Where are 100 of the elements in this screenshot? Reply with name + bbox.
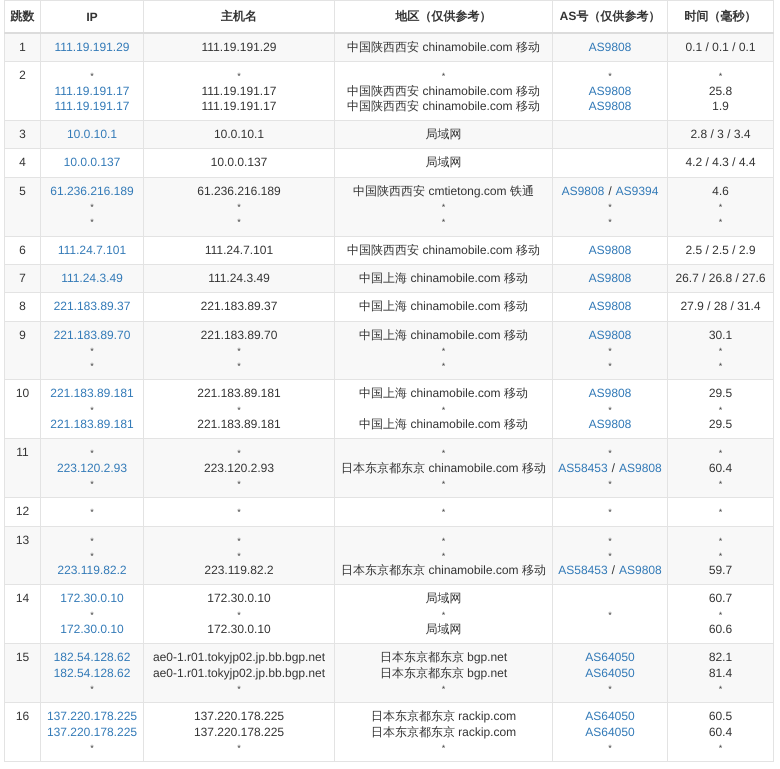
ip-link[interactable]: 182.54.128.62 [54,650,130,664]
timeout-label: * [90,742,94,753]
timeout-label: * [90,550,94,561]
timeout-label: * [237,404,241,415]
timeout-label: * [90,448,94,458]
latency-value: 26.7 / 26.8 / 27.6 [675,270,766,285]
ip-link[interactable]: 223.120.2.93 [56,460,128,475]
host-name: 172.30.0.10 [207,591,271,606]
latency-value: 2.8 / 3 / 3.4 [690,127,751,142]
timeout-label: * [442,361,446,372]
hop-number: 5 [19,184,26,198]
as-link[interactable]: AS9808 [562,184,604,198]
latency-value: 4.2 / 4.3 / 4.4 [685,155,756,170]
as-link[interactable]: AS58453 [558,460,608,475]
host-name: 223.120.2.93 [204,460,274,475]
region-text: 日本东京都东京 bgp.net [380,666,508,680]
timeout-label: * [442,536,446,546]
timeout-label: * [608,478,612,489]
ip-link[interactable]: 182.54.128.62 [54,666,130,680]
as-link[interactable]: AS9808 [588,386,632,400]
timeout-label: * [718,346,722,356]
latency-value: 0.1 / 0.1 / 0.1 [685,40,756,54]
as-link[interactable]: AS9808 [619,563,662,578]
timeout-label: * [237,71,241,82]
as-link[interactable]: AS9808 [588,417,632,432]
timeout-label: * [608,404,612,415]
hop-number: 4 [19,155,26,170]
latency-value: 2.5 / 2.5 / 2.9 [685,242,756,257]
as-link[interactable]: AS9394 [616,184,658,198]
as-link[interactable]: AS9808 [619,460,662,475]
timeout-label: * [718,361,722,372]
region-text: 局域网 [426,622,462,636]
latency-value: 60.6 [708,622,732,636]
latency-value: 25.8 [708,84,732,98]
hop-number: 8 [19,299,26,314]
region-text: 局域网 [426,155,462,170]
ip-link[interactable]: 221.183.89.181 [50,417,134,432]
host-name: 221.183.89.37 [200,299,278,314]
as-link[interactable]: AS9808 [588,98,632,113]
hop-number: 1 [19,40,26,54]
timeout-label: * [608,684,612,694]
hop-number: 10 [16,386,30,400]
region-text: 日本东京都东京 chinamobile.com 移动 [341,563,546,578]
timeout-label: * [718,202,722,212]
timeout-label: * [608,507,612,518]
latency-value: 59.7 [708,563,732,578]
latency-value: 30.1 [708,328,732,342]
ip-link[interactable]: 111.19.191.17 [54,98,130,113]
ip-link[interactable]: 221.183.89.181 [50,386,134,400]
timeout-label: * [718,550,722,561]
region-text: 中国上海 chinamobile.com 移动 [359,417,528,432]
timeout-label: * [442,202,446,212]
timeout-label: * [90,610,94,620]
ip-link[interactable]: 172.30.0.10 [60,591,124,606]
timeout-label: * [718,478,722,489]
timeout-label: * [442,684,446,694]
host-name: 172.30.0.10 [207,622,271,636]
as-link[interactable]: AS64050 [585,650,635,664]
ip-link[interactable]: 137.220.178.225 [46,709,138,724]
ip-link[interactable]: 172.30.0.10 [60,622,124,636]
ip-link[interactable]: 111.19.191.17 [54,84,130,98]
timeout-label: * [90,507,94,518]
as-link[interactable]: AS64050 [585,666,635,680]
latency-value: 27.9 / 28 / 31.4 [680,299,761,314]
host-name: 111.24.7.101 [204,242,274,257]
timeout-label: * [442,404,446,415]
ip-link[interactable]: 61.236.216.189 [50,184,134,198]
host-name: 111.19.191.29 [202,40,276,54]
latency-value: 60.4 [708,460,732,475]
host-name: 10.0.0.137 [210,155,268,170]
host-name: 223.119.82.2 [204,563,274,578]
timeout-label: * [608,346,612,356]
as-link[interactable]: AS9808 [588,299,632,314]
timeout-label: * [442,71,446,82]
timeout-label: * [442,346,446,356]
hop-number: 12 [16,504,30,518]
host-name: 10.0.10.1 [214,127,264,142]
region-text: 日本东京都东京 rackip.com [370,709,516,724]
ip-link[interactable]: 223.119.82.2 [57,563,127,578]
as-link[interactable]: AS9808 [588,84,632,98]
as-link[interactable]: AS9808 [588,270,632,285]
timeout-label: * [718,684,722,694]
as-link[interactable]: AS64050 [585,724,635,738]
timeout-label: * [718,507,722,518]
as-link[interactable]: AS64050 [585,709,635,724]
as-link[interactable]: AS58453 [558,563,608,578]
ip-link[interactable]: 221.183.89.70 [54,328,130,342]
timeout-label: * [237,202,241,212]
timeout-label: * [718,610,722,620]
timeout-label: * [718,217,722,228]
as-link[interactable]: AS9808 [588,328,632,342]
timeout-label: * [90,202,94,212]
region-text: 中国上海 chinamobile.com 移动 [359,328,528,342]
ip-link[interactable]: 137.220.178.225 [46,724,138,738]
latency-value: 81.4 [708,666,732,680]
host-name: 111.24.3.49 [208,270,270,285]
as-link[interactable]: AS9808 [588,242,632,257]
latency-value: 1.9 [712,98,729,113]
as-link[interactable]: AS9808 [588,40,632,54]
timeout-label: * [237,742,241,753]
